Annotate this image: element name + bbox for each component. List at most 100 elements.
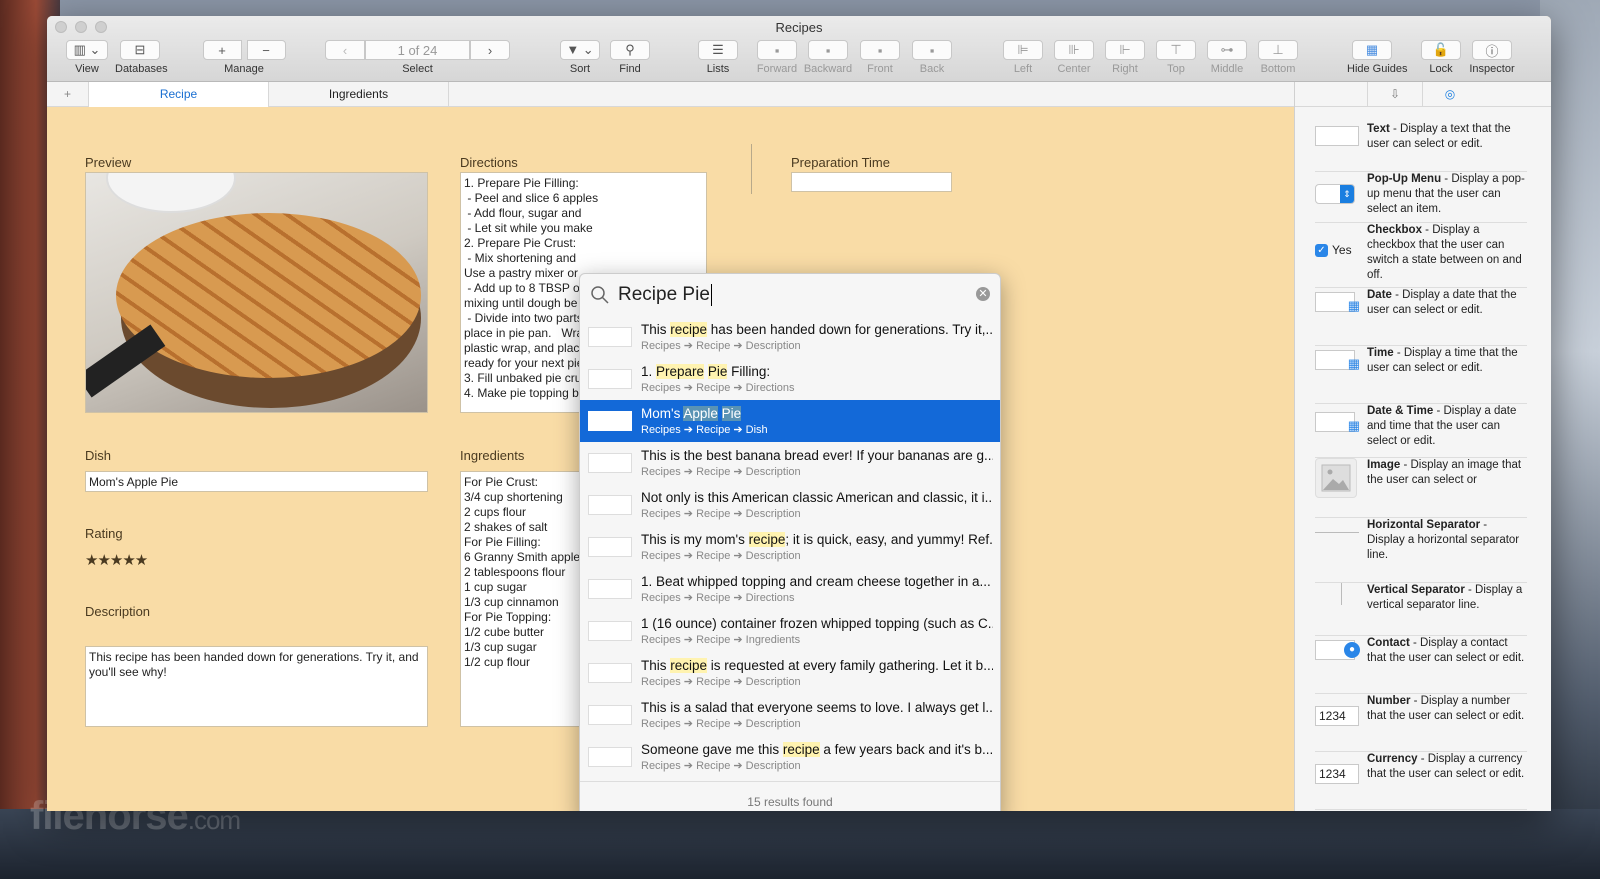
search-result-item[interactable]: This is my mom's recipe; it is quick, ea… (580, 526, 1000, 568)
toolbar-inspector-button[interactable]: ⓘ Inspector (1467, 40, 1517, 75)
result-path: Recipes ➔ Recipe ➔ Description (641, 508, 801, 520)
pie-crust-shape (116, 213, 421, 378)
library-item-checkbox[interactable]: ✓ Yes Checkbox - Display a checkbox that t… (1315, 223, 1527, 288)
toolbar-backward-button[interactable]: ▪ Backward (803, 40, 853, 75)
library-item-pop-up-menu[interactable]: ⇕ Pop-Up Menu - Display a pop-up menu tha… (1315, 172, 1527, 223)
add-tab-button[interactable]: + (47, 82, 89, 107)
sidebar-icon: ▥ ⌄ (66, 40, 108, 60)
toolbar-bottom-button[interactable]: ⊥ Bottom (1253, 40, 1303, 75)
record-counter: 1 of 24 (365, 40, 470, 60)
library-item-vertical-separator[interactable]: Vertical Separator - Display a vertical … (1315, 583, 1527, 636)
fields-tab-icon[interactable]: ◎ (1422, 82, 1477, 106)
library-item-number[interactable]: 1234 Number - Display a number that the u… (1315, 694, 1527, 752)
library-item-time[interactable]: ▦ Time - Display a time that the user can… (1315, 346, 1527, 404)
item-name: Time (1367, 347, 1394, 359)
item-name: Date & Time (1367, 405, 1434, 417)
add-record-button[interactable]: + (202, 40, 242, 60)
preparation-time-label: Preparation Time (791, 155, 890, 170)
ingredients-field[interactable]: For Pie Crust: 3/4 cup shortening 2 cups… (460, 471, 590, 727)
guides-icon: ▦ (1352, 40, 1392, 60)
align-bottom-icon: ⊥ (1258, 40, 1298, 60)
clear-search-icon[interactable]: ✕ (976, 287, 990, 301)
toolbar-label: Hide Guides (1347, 63, 1408, 75)
result-thumbnail (588, 705, 632, 725)
toolbar-lock-button[interactable]: 🔓 Lock (1416, 40, 1466, 75)
toolbar-back-button[interactable]: ▪ Back (907, 40, 957, 75)
dish-label: Dish (85, 448, 112, 463)
search-result-item[interactable]: This is a salad that everyone seems to l… (580, 694, 1000, 736)
search-result-item[interactable]: Not only is this American classic Americ… (580, 484, 1000, 526)
object-library-sidebar: ⇩ ◎ Text - Display a text that the user … (1294, 82, 1551, 811)
search-result-item[interactable]: 1. Beat whipped topping and cream cheese… (580, 568, 1000, 610)
date-field-preview: ▦ (1315, 412, 1360, 433)
number-field-preview: 1234 (1315, 706, 1359, 726)
align-right-icon: ⊩ (1105, 40, 1145, 60)
item-name: Date (1367, 289, 1392, 301)
search-result-item[interactable]: 1. Prepare Pie Filling: Recipes ➔ Recipe … (580, 358, 1000, 400)
dish-field[interactable]: Mom's Apple Pie (85, 471, 428, 492)
result-path: Recipes ➔ Recipe ➔ Description (641, 676, 801, 688)
library-item-currency[interactable]: 1234 Currency - Display a currency that t… (1315, 752, 1527, 810)
backward-icon: ▪ (808, 40, 848, 60)
library-item-image[interactable]: Image - Display an image that the user c… (1315, 458, 1527, 518)
library-item-date[interactable]: ▦ Date - Display a date that the user can… (1315, 288, 1527, 346)
toolbar-right-button[interactable]: ⊩ Right (1100, 40, 1150, 75)
toolbar-select-button[interactable]: ‹ 1 of 24 › Select (325, 40, 510, 75)
toolbar-label: View (75, 63, 99, 75)
toolbar-label: Databases (115, 63, 168, 75)
tab-ingredients[interactable]: Ingredients (269, 82, 449, 107)
toolbar-sort-button[interactable]: ▼ ⌄ Sort (555, 40, 605, 75)
toolbar-label: Sort (569, 63, 591, 75)
align-top-icon: ⊤ (1156, 40, 1196, 60)
list-icon: ☰ (698, 40, 738, 60)
toolbar-find-button[interactable]: ⚲ Find (605, 40, 655, 75)
library-item-contact[interactable]: ● Contact - Display a contact that the us… (1315, 636, 1527, 694)
result-title: 1 (16 ounce) container frozen whipped to… (641, 616, 993, 631)
search-result-item[interactable]: Mom's Apple Pie Recipes ➔ Recipe ➔ Dish (580, 400, 1000, 442)
search-result-item[interactable]: This recipe is requested at every family… (580, 652, 1000, 694)
search-results-list[interactable]: This recipe has been handed down for gen… (580, 316, 1000, 781)
lock-icon: 🔓 (1421, 40, 1461, 60)
toolbar-forward-button[interactable]: ▪ Forward (752, 40, 802, 75)
search-result-item[interactable]: 1 (16 ounce) container frozen whipped to… (580, 610, 1000, 652)
toolbar-middle-button[interactable]: ⊶ Middle (1202, 40, 1252, 75)
result-thumbnail (588, 579, 632, 599)
preparation-time-field[interactable] (791, 172, 952, 192)
result-thumbnail (588, 327, 632, 347)
align-middle-icon: ⊶ (1207, 40, 1247, 60)
toolbar-label: Inspector (1469, 63, 1515, 75)
next-record-button[interactable]: › (470, 40, 510, 60)
pie-image[interactable] (85, 172, 428, 413)
toolbar-top-button[interactable]: ⊤ Top (1151, 40, 1201, 75)
toolbar-front-button[interactable]: ▪ Front (855, 40, 905, 75)
toolbar-databases-button[interactable]: ⊟ Databases (115, 40, 168, 75)
result-thumbnail (588, 453, 632, 473)
toolbar-view-button[interactable]: ▥ ⌄ View (61, 40, 113, 75)
remove-record-button[interactable]: − (246, 40, 286, 60)
toolbar-center-button[interactable]: ⊪ Center (1049, 40, 1099, 75)
rating-stars[interactable]: ★★★★★ (85, 551, 148, 569)
search-input[interactable]: Recipe Pie (618, 284, 712, 306)
object-library-tab-icon[interactable]: ⇩ (1367, 82, 1422, 106)
search-result-item[interactable]: Someone gave me this recipe a few years … (580, 736, 1000, 778)
rating-label: Rating (85, 526, 123, 541)
toolbar-label: Lists (706, 63, 730, 75)
search-result-item[interactable]: This recipe has been handed down for gen… (580, 316, 1000, 358)
toolbar-hide-guides-button[interactable]: ▦ Hide Guides (1347, 40, 1408, 75)
toolbar-lists-button[interactable]: ☰ Lists (693, 40, 743, 75)
library-item-text[interactable]: Text - Display a text that the user can … (1315, 122, 1527, 172)
calendar-icon: ▦ (1347, 418, 1360, 433)
toolbar-left-button[interactable]: ⊫ Left (998, 40, 1048, 75)
window-title: Recipes (775, 20, 823, 35)
description-field[interactable]: This recipe has been handed down for gen… (85, 646, 428, 727)
calendar-icon: ▦ (1347, 356, 1360, 371)
previous-record-button[interactable]: ‹ (325, 40, 365, 60)
search-result-item[interactable]: This is the best banana bread ever! If y… (580, 442, 1000, 484)
result-title: This is a salad that everyone seems to l… (641, 700, 993, 715)
item-name: Vertical Separator (1367, 584, 1465, 596)
library-item-horizontal-separator[interactable]: Horizontal Separator - Display a horizon… (1315, 518, 1527, 583)
item-name: Checkbox (1367, 224, 1422, 236)
library-item-date-time[interactable]: ▦ Date & Time - Display a date and time t… (1315, 404, 1527, 458)
toolbar-manage-button[interactable]: + − Manage (200, 40, 288, 75)
tab-recipe[interactable]: Recipe (89, 82, 269, 107)
